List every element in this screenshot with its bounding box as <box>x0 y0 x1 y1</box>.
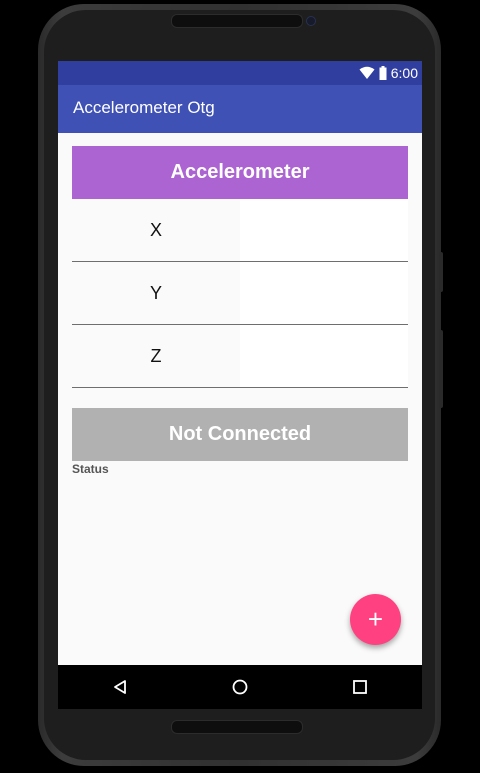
axis-label-z: Z <box>72 325 240 387</box>
axis-row-x: X <box>72 199 408 262</box>
back-button[interactable] <box>90 665 150 709</box>
axis-value-z <box>240 325 408 387</box>
axis-label-y: Y <box>72 262 240 324</box>
recents-icon <box>353 680 367 694</box>
recents-button[interactable] <box>330 665 390 709</box>
front-camera <box>306 16 316 26</box>
axis-value-x <box>240 199 408 261</box>
axis-label-x: X <box>72 199 240 261</box>
navigation-bar <box>58 665 422 709</box>
home-icon <box>232 679 248 695</box>
volume-button <box>439 252 443 292</box>
bottom-speaker <box>171 720 303 734</box>
home-button[interactable] <box>210 665 270 709</box>
status-bar: 6:00 <box>58 61 422 85</box>
axis-row-y: Y <box>72 262 408 325</box>
axis-value-y <box>240 262 408 324</box>
clock: 6:00 <box>390 65 418 81</box>
battery-icon <box>379 66 387 80</box>
app-bar: Accelerometer Otg <box>58 85 422 133</box>
axis-row-z: Z <box>72 325 408 388</box>
connect-button[interactable]: Not Connected <box>72 408 408 461</box>
sensor-header: Accelerometer <box>72 146 408 199</box>
status-icons: 6:00 <box>359 61 418 85</box>
wifi-icon <box>359 66 375 79</box>
power-button <box>439 330 443 408</box>
top-speaker <box>171 14 303 28</box>
add-fab-button[interactable]: + <box>350 594 401 645</box>
app-title: Accelerometer Otg <box>73 98 215 117</box>
back-icon <box>114 680 126 694</box>
app-screen: 6:00 Accelerometer Otg Accelerometer X Y… <box>58 61 422 665</box>
plus-icon: + <box>367 604 384 634</box>
status-label: Status <box>72 462 109 476</box>
